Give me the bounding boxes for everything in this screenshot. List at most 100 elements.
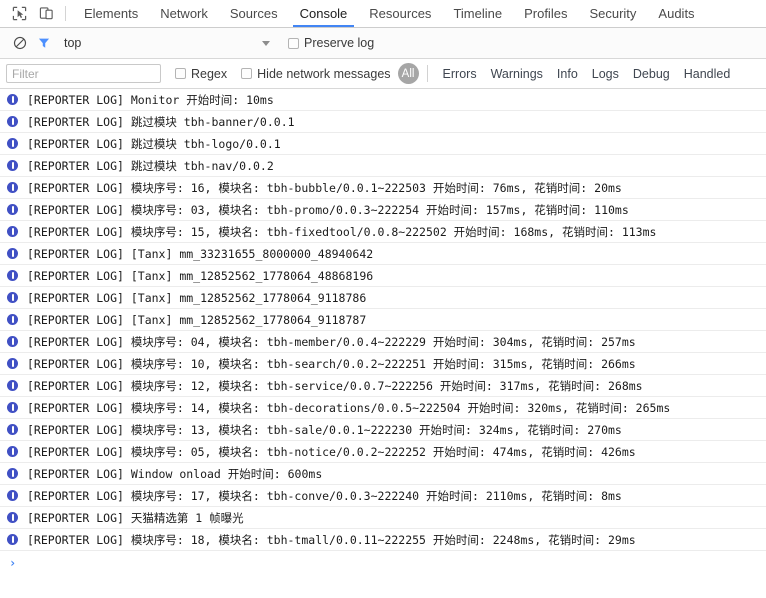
tab-network[interactable]: Network xyxy=(149,0,219,27)
hide-network-messages-checkbox[interactable]: Hide network messages xyxy=(241,67,390,81)
info-icon xyxy=(7,468,18,479)
info-icon xyxy=(7,160,18,171)
console-message-text: [REPORTER LOG] 模块序号: 15, 模块名: tbh-fixedt… xyxy=(27,224,656,240)
tab-audits[interactable]: Audits xyxy=(647,0,705,27)
console-message-text: [REPORTER LOG] 跳过模块 tbh-banner/0.0.1 xyxy=(27,114,295,130)
console-message-row[interactable]: [REPORTER LOG] 模块序号: 04, 模块名: tbh-member… xyxy=(0,331,766,353)
console-message-row[interactable]: [REPORTER LOG] 模块序号: 05, 模块名: tbh-notice… xyxy=(0,441,766,463)
preserve-log-checkbox[interactable]: Preserve log xyxy=(288,36,374,50)
tab-profiles[interactable]: Profiles xyxy=(513,0,578,27)
panel-tabs: Elements Network Sources Console Resourc… xyxy=(73,0,706,27)
console-message-row[interactable]: [REPORTER LOG] 模块序号: 18, 模块名: tbh-tmall/… xyxy=(0,529,766,551)
info-icon xyxy=(7,424,18,435)
console-message-text: [REPORTER LOG] 跳过模块 tbh-nav/0.0.2 xyxy=(27,158,274,174)
console-message-text: [REPORTER LOG] 模块序号: 05, 模块名: tbh-notice… xyxy=(27,444,636,460)
console-message-text: [REPORTER LOG] 模块序号: 04, 模块名: tbh-member… xyxy=(27,334,636,350)
console-message-row[interactable]: [REPORTER LOG] 模块序号: 12, 模块名: tbh-servic… xyxy=(0,375,766,397)
console-message-text: [REPORTER LOG] [Tanx] mm_12852562_177806… xyxy=(27,269,373,283)
info-icon xyxy=(7,314,18,325)
console-context-toolbar: top Preserve log xyxy=(0,28,766,59)
clear-console-glyph xyxy=(13,36,27,50)
level-filter-info[interactable]: Info xyxy=(550,67,585,81)
tab-security-label: Security xyxy=(589,6,636,21)
filter-funnel-icon[interactable] xyxy=(32,31,56,55)
filter-input[interactable] xyxy=(6,64,161,83)
console-message-text: [REPORTER LOG] [Tanx] mm_33231655_800000… xyxy=(27,247,373,261)
console-message-row[interactable]: [REPORTER LOG] [Tanx] mm_33231655_800000… xyxy=(0,243,766,265)
info-icon xyxy=(7,380,18,391)
info-icon xyxy=(7,292,18,303)
tab-console-label: Console xyxy=(300,6,348,21)
info-icon xyxy=(7,270,18,281)
info-icon xyxy=(7,534,18,545)
toolbar-divider xyxy=(65,6,66,21)
hide-network-box xyxy=(241,68,252,79)
console-message-row[interactable]: [REPORTER LOG] Window onload 开始时间: 600ms xyxy=(0,463,766,485)
console-prompt-row[interactable]: › xyxy=(0,551,766,575)
console-message-row[interactable]: [REPORTER LOG] [Tanx] mm_12852562_177806… xyxy=(0,309,766,331)
regex-label: Regex xyxy=(191,67,227,81)
regex-box xyxy=(175,68,186,79)
tab-timeline[interactable]: Timeline xyxy=(442,0,513,27)
tab-elements-label: Elements xyxy=(84,6,138,21)
level-filter-logs[interactable]: Logs xyxy=(585,67,626,81)
tab-resources[interactable]: Resources xyxy=(358,0,442,27)
console-message-row[interactable]: [REPORTER LOG] Monitor 开始时间: 10ms xyxy=(0,89,766,111)
clear-console-icon[interactable] xyxy=(8,31,32,55)
console-message-text: [REPORTER LOG] 跳过模块 tbh-logo/0.0.1 xyxy=(27,136,281,152)
console-message-text: [REPORTER LOG] 模块序号: 03, 模块名: tbh-promo/… xyxy=(27,202,629,218)
execution-context-selector[interactable]: top xyxy=(64,36,274,50)
preserve-log-label: Preserve log xyxy=(304,36,374,50)
console-message-row[interactable]: [REPORTER LOG] [Tanx] mm_12852562_177806… xyxy=(0,265,766,287)
toggle-device-toolbar-icon[interactable] xyxy=(33,0,60,27)
level-filter-warnings[interactable]: Warnings xyxy=(484,67,550,81)
console-message-text: [REPORTER LOG] 模块序号: 14, 模块名: tbh-decora… xyxy=(27,400,670,416)
level-filter-debug[interactable]: Debug xyxy=(626,67,677,81)
device-toolbar-glyph xyxy=(39,6,54,21)
tab-audits-label: Audits xyxy=(658,6,694,21)
tab-security[interactable]: Security xyxy=(578,0,647,27)
console-message-text: [REPORTER LOG] [Tanx] mm_12852562_177806… xyxy=(27,313,366,327)
info-icon xyxy=(7,94,18,105)
devtools-window: Elements Network Sources Console Resourc… xyxy=(0,0,766,598)
console-message-list[interactable]: [REPORTER LOG] Monitor 开始时间: 10ms [REPORT… xyxy=(0,89,766,598)
console-message-row[interactable]: [REPORTER LOG] 天猫精选第 1 帧曝光 xyxy=(0,507,766,529)
level-filter-errors[interactable]: Errors xyxy=(436,67,484,81)
tab-resources-label: Resources xyxy=(369,6,431,21)
regex-checkbox[interactable]: Regex xyxy=(175,67,227,81)
console-message-row[interactable]: [REPORTER LOG] 模块序号: 14, 模块名: tbh-decora… xyxy=(0,397,766,419)
console-message-text: [REPORTER LOG] 模块序号: 18, 模块名: tbh-tmall/… xyxy=(27,532,636,548)
execution-context-value: top xyxy=(64,36,81,50)
prompt-caret-icon: › xyxy=(9,556,16,570)
level-divider xyxy=(427,65,428,82)
info-icon xyxy=(7,358,18,369)
console-message-row[interactable]: [REPORTER LOG] 模块序号: 16, 模块名: tbh-bubble… xyxy=(0,177,766,199)
console-message-text: [REPORTER LOG] 模块序号: 12, 模块名: tbh-servic… xyxy=(27,378,643,394)
console-message-row[interactable]: [REPORTER LOG] 模块序号: 17, 模块名: tbh-conve/… xyxy=(0,485,766,507)
info-icon xyxy=(7,116,18,127)
console-message-row[interactable]: [REPORTER LOG] [Tanx] mm_12852562_177806… xyxy=(0,287,766,309)
level-filter-handled[interactable]: Handled xyxy=(677,67,738,81)
tab-sources[interactable]: Sources xyxy=(219,0,289,27)
tab-elements[interactable]: Elements xyxy=(73,0,149,27)
console-message-row[interactable]: [REPORTER LOG] 模块序号: 03, 模块名: tbh-promo/… xyxy=(0,199,766,221)
console-message-text: [REPORTER LOG] 天猫精选第 1 帧曝光 xyxy=(27,510,244,526)
console-message-text: [REPORTER LOG] Monitor 开始时间: 10ms xyxy=(27,92,274,108)
level-filter-all[interactable]: All xyxy=(398,63,419,84)
info-icon xyxy=(7,512,18,523)
info-icon xyxy=(7,226,18,237)
console-message-row[interactable]: [REPORTER LOG] 模块序号: 13, 模块名: tbh-sale/0… xyxy=(0,419,766,441)
tab-network-label: Network xyxy=(160,6,208,21)
console-message-text: [REPORTER LOG] [Tanx] mm_12852562_177806… xyxy=(27,291,366,305)
console-message-row[interactable]: [REPORTER LOG] 跳过模块 tbh-nav/0.0.2 xyxy=(0,155,766,177)
tab-console[interactable]: Console xyxy=(289,0,359,27)
console-message-row[interactable]: [REPORTER LOG] 跳过模块 tbh-banner/0.0.1 xyxy=(0,111,766,133)
console-message-row[interactable]: [REPORTER LOG] 模块序号: 15, 模块名: tbh-fixedt… xyxy=(0,221,766,243)
console-filter-toolbar: Regex Hide network messages All Errors W… xyxy=(0,59,766,89)
console-message-text: [REPORTER LOG] 模块序号: 13, 模块名: tbh-sale/0… xyxy=(27,422,622,438)
console-message-row[interactable]: [REPORTER LOG] 跳过模块 tbh-logo/0.0.1 xyxy=(0,133,766,155)
filter-funnel-glyph xyxy=(37,36,51,50)
inspect-element-icon[interactable] xyxy=(6,0,33,27)
info-icon xyxy=(7,138,18,149)
console-message-row[interactable]: [REPORTER LOG] 模块序号: 10, 模块名: tbh-search… xyxy=(0,353,766,375)
